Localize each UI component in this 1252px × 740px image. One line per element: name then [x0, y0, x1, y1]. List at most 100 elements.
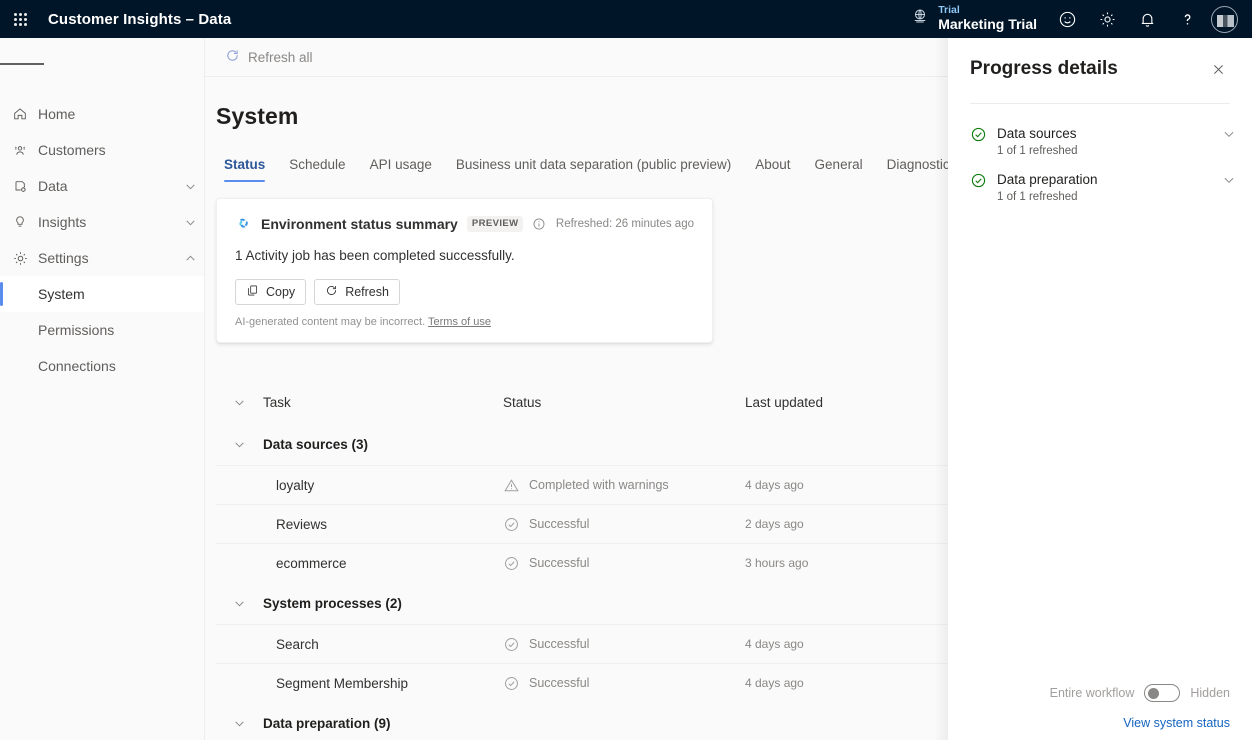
sidebar-item-label: Data [38, 178, 176, 194]
chevron-down-icon[interactable] [216, 717, 263, 730]
sidebar-item-system[interactable]: System [0, 276, 204, 312]
group-label: Data preparation (9) [263, 716, 503, 731]
sidebar-item-label: Home [38, 106, 204, 122]
chevron-down-icon[interactable] [216, 597, 263, 610]
topbar-icon-group [1047, 0, 1244, 38]
gear-icon [12, 250, 38, 267]
copilot-icon [235, 215, 252, 232]
check-circle-icon [970, 126, 987, 143]
app-launcher-icon[interactable] [0, 0, 40, 38]
lightbulb-icon [12, 214, 38, 230]
chevron-down-icon[interactable] [1222, 173, 1236, 192]
environment-name: Marketing Trial [938, 17, 1037, 33]
group-label: Data sources (3) [263, 437, 503, 452]
check-circle-icon [503, 675, 520, 692]
card-message: 1 Activity job has been completed succes… [235, 248, 694, 263]
notifications-bell-icon[interactable] [1127, 0, 1167, 38]
help-question-icon[interactable] [1167, 0, 1207, 38]
sidebar-item-label: System [38, 286, 204, 302]
column-header-last-updated: Last updated [745, 395, 823, 410]
column-header-task: Task [263, 395, 503, 410]
chevron-down-icon[interactable] [176, 180, 204, 193]
user-avatar[interactable] [1211, 6, 1238, 33]
tab-business-unit-data-separation[interactable]: Business unit data separation (public pr… [444, 157, 743, 182]
tab-schedule[interactable]: Schedule [277, 157, 357, 182]
sidebar-item-permissions[interactable]: Permissions [0, 312, 204, 348]
task-status: Successful [503, 555, 745, 572]
sidebar-item-label: Permissions [38, 322, 204, 338]
menu-toggle[interactable] [0, 42, 44, 86]
feedback-smiley-icon[interactable] [1047, 0, 1087, 38]
task-status: Successful [503, 636, 745, 653]
tab-general[interactable]: General [803, 157, 875, 182]
copy-icon [246, 284, 259, 300]
refresh-label: Refresh [345, 285, 389, 299]
task-name: Search [263, 637, 503, 652]
ai-disclaimer-text: AI-generated content may be incorrect. [235, 316, 425, 328]
preview-badge: PREVIEW [467, 216, 524, 232]
check-circle-icon [503, 516, 520, 533]
card-actions: Copy Refresh [235, 279, 694, 305]
progress-item-data-preparation[interactable]: Data preparation 1 of 1 refreshed [970, 164, 1236, 210]
chevron-down-icon[interactable] [176, 216, 204, 229]
refresh-all-button[interactable]: Refresh all [217, 42, 321, 72]
progress-item-list: Data sources 1 of 1 refreshed Data prepa… [948, 104, 1252, 210]
home-icon [12, 106, 38, 122]
sidebar: Home Customers Data [0, 38, 205, 740]
refresh-icon [325, 284, 338, 300]
task-status-label: Successful [529, 517, 589, 531]
task-last-updated: 4 days ago [745, 676, 804, 690]
entire-workflow-row: Entire workflow Hidden [970, 684, 1230, 702]
progress-item-name: Data sources [997, 125, 1212, 143]
sidebar-item-settings[interactable]: Settings [0, 240, 204, 276]
card-title: Environment status summary [261, 216, 458, 232]
sidebar-item-customers[interactable]: Customers [0, 132, 204, 168]
terms-of-use-link[interactable]: Terms of use [428, 316, 491, 328]
sidebar-item-data[interactable]: Data [0, 168, 204, 204]
sidebar-item-insights[interactable]: Insights [0, 204, 204, 240]
panel-header: Progress details [948, 38, 1252, 81]
task-name: Segment Membership [263, 676, 503, 691]
environment-selector[interactable]: Trial Marketing Trial [901, 5, 1047, 32]
check-circle-icon [503, 555, 520, 572]
app-root: Customer Insights – Data Trial Marketing… [0, 0, 1252, 740]
sidebar-item-label: Settings [38, 250, 176, 266]
progress-item-sub: 1 of 1 refreshed [997, 191, 1212, 203]
top-navigation-bar: Customer Insights – Data Trial Marketing… [0, 0, 1252, 38]
view-system-status-link[interactable]: View system status [970, 716, 1230, 730]
progress-item-data-sources[interactable]: Data sources 1 of 1 refreshed [970, 118, 1236, 164]
panel-title: Progress details [970, 58, 1118, 80]
copy-button[interactable]: Copy [235, 279, 306, 305]
task-status: Successful [503, 516, 745, 533]
check-circle-icon [503, 636, 520, 653]
entire-workflow-state: Hidden [1190, 686, 1230, 700]
chevron-down-icon[interactable] [216, 438, 263, 451]
task-name: Reviews [263, 517, 503, 532]
settings-gear-icon[interactable] [1087, 0, 1127, 38]
task-name: loyalty [263, 478, 503, 493]
task-status-label: Successful [529, 637, 589, 651]
task-status-label: Successful [529, 556, 589, 570]
tab-about[interactable]: About [743, 157, 802, 182]
environment-status-summary-card: Environment status summary PREVIEW Refre… [216, 198, 713, 343]
ai-disclaimer: AI-generated content may be incorrect. T… [235, 316, 694, 328]
sidebar-item-connections[interactable]: Connections [0, 348, 204, 384]
chevron-down-icon[interactable] [1222, 127, 1236, 146]
tab-api-usage[interactable]: API usage [358, 157, 444, 182]
tab-status[interactable]: Status [216, 157, 277, 182]
close-icon[interactable] [1207, 58, 1230, 81]
refresh-icon [225, 48, 240, 66]
task-status: Completed with warnings [503, 477, 745, 494]
sidebar-nav-list: Home Customers Data [0, 96, 204, 384]
info-icon[interactable] [532, 217, 546, 231]
collapse-all-chevron-icon[interactable] [216, 396, 263, 409]
data-icon [12, 178, 38, 194]
panel-footer: Entire workflow Hidden View system statu… [948, 684, 1252, 740]
refresh-button[interactable]: Refresh [314, 279, 400, 305]
entire-workflow-toggle[interactable] [1144, 684, 1180, 702]
sidebar-item-home[interactable]: Home [0, 96, 204, 132]
task-last-updated: 4 days ago [745, 478, 804, 492]
chevron-up-icon[interactable] [176, 252, 204, 265]
sidebar-item-label: Customers [38, 142, 204, 158]
card-refreshed-label: Refreshed: 26 minutes ago [556, 218, 694, 230]
